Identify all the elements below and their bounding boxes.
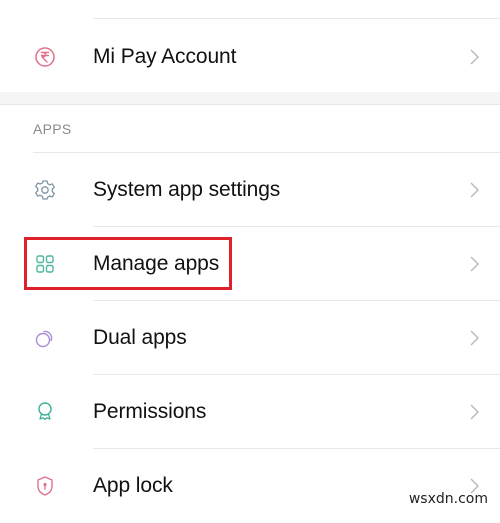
item-label: Permissions bbox=[93, 400, 207, 423]
list-item-dual-apps[interactable]: Dual apps bbox=[0, 301, 500, 375]
divider bbox=[93, 18, 500, 19]
ribbon-badge-icon bbox=[30, 397, 60, 427]
chevron-right-icon bbox=[468, 254, 482, 274]
list-item-app-lock[interactable]: App lock bbox=[0, 449, 500, 523]
list-item-mi-pay-account[interactable]: Mi Pay Account bbox=[0, 20, 500, 94]
list-item-system-app-settings[interactable]: System app settings bbox=[0, 153, 500, 227]
chevron-right-icon bbox=[468, 180, 482, 200]
list-item-manage-apps[interactable]: Manage apps bbox=[0, 227, 500, 301]
list-item-permissions[interactable]: Permissions bbox=[0, 375, 500, 449]
shield-lock-icon bbox=[30, 471, 60, 501]
rupee-circle-icon bbox=[30, 42, 60, 72]
item-label: Mi Pay Account bbox=[93, 45, 237, 68]
section-header-apps: APPS bbox=[33, 121, 72, 137]
gear-icon bbox=[30, 175, 60, 205]
chevron-right-icon bbox=[468, 47, 482, 67]
grid-icon bbox=[30, 249, 60, 279]
item-label: System app settings bbox=[93, 178, 281, 201]
item-label: App lock bbox=[93, 474, 173, 497]
dual-circles-icon bbox=[30, 323, 60, 353]
watermark: wsxdn.com bbox=[408, 491, 488, 507]
item-label: Dual apps bbox=[93, 326, 187, 349]
chevron-right-icon bbox=[468, 328, 482, 348]
item-label: Manage apps bbox=[93, 252, 220, 275]
section-gap bbox=[0, 92, 500, 105]
chevron-right-icon bbox=[468, 402, 482, 422]
